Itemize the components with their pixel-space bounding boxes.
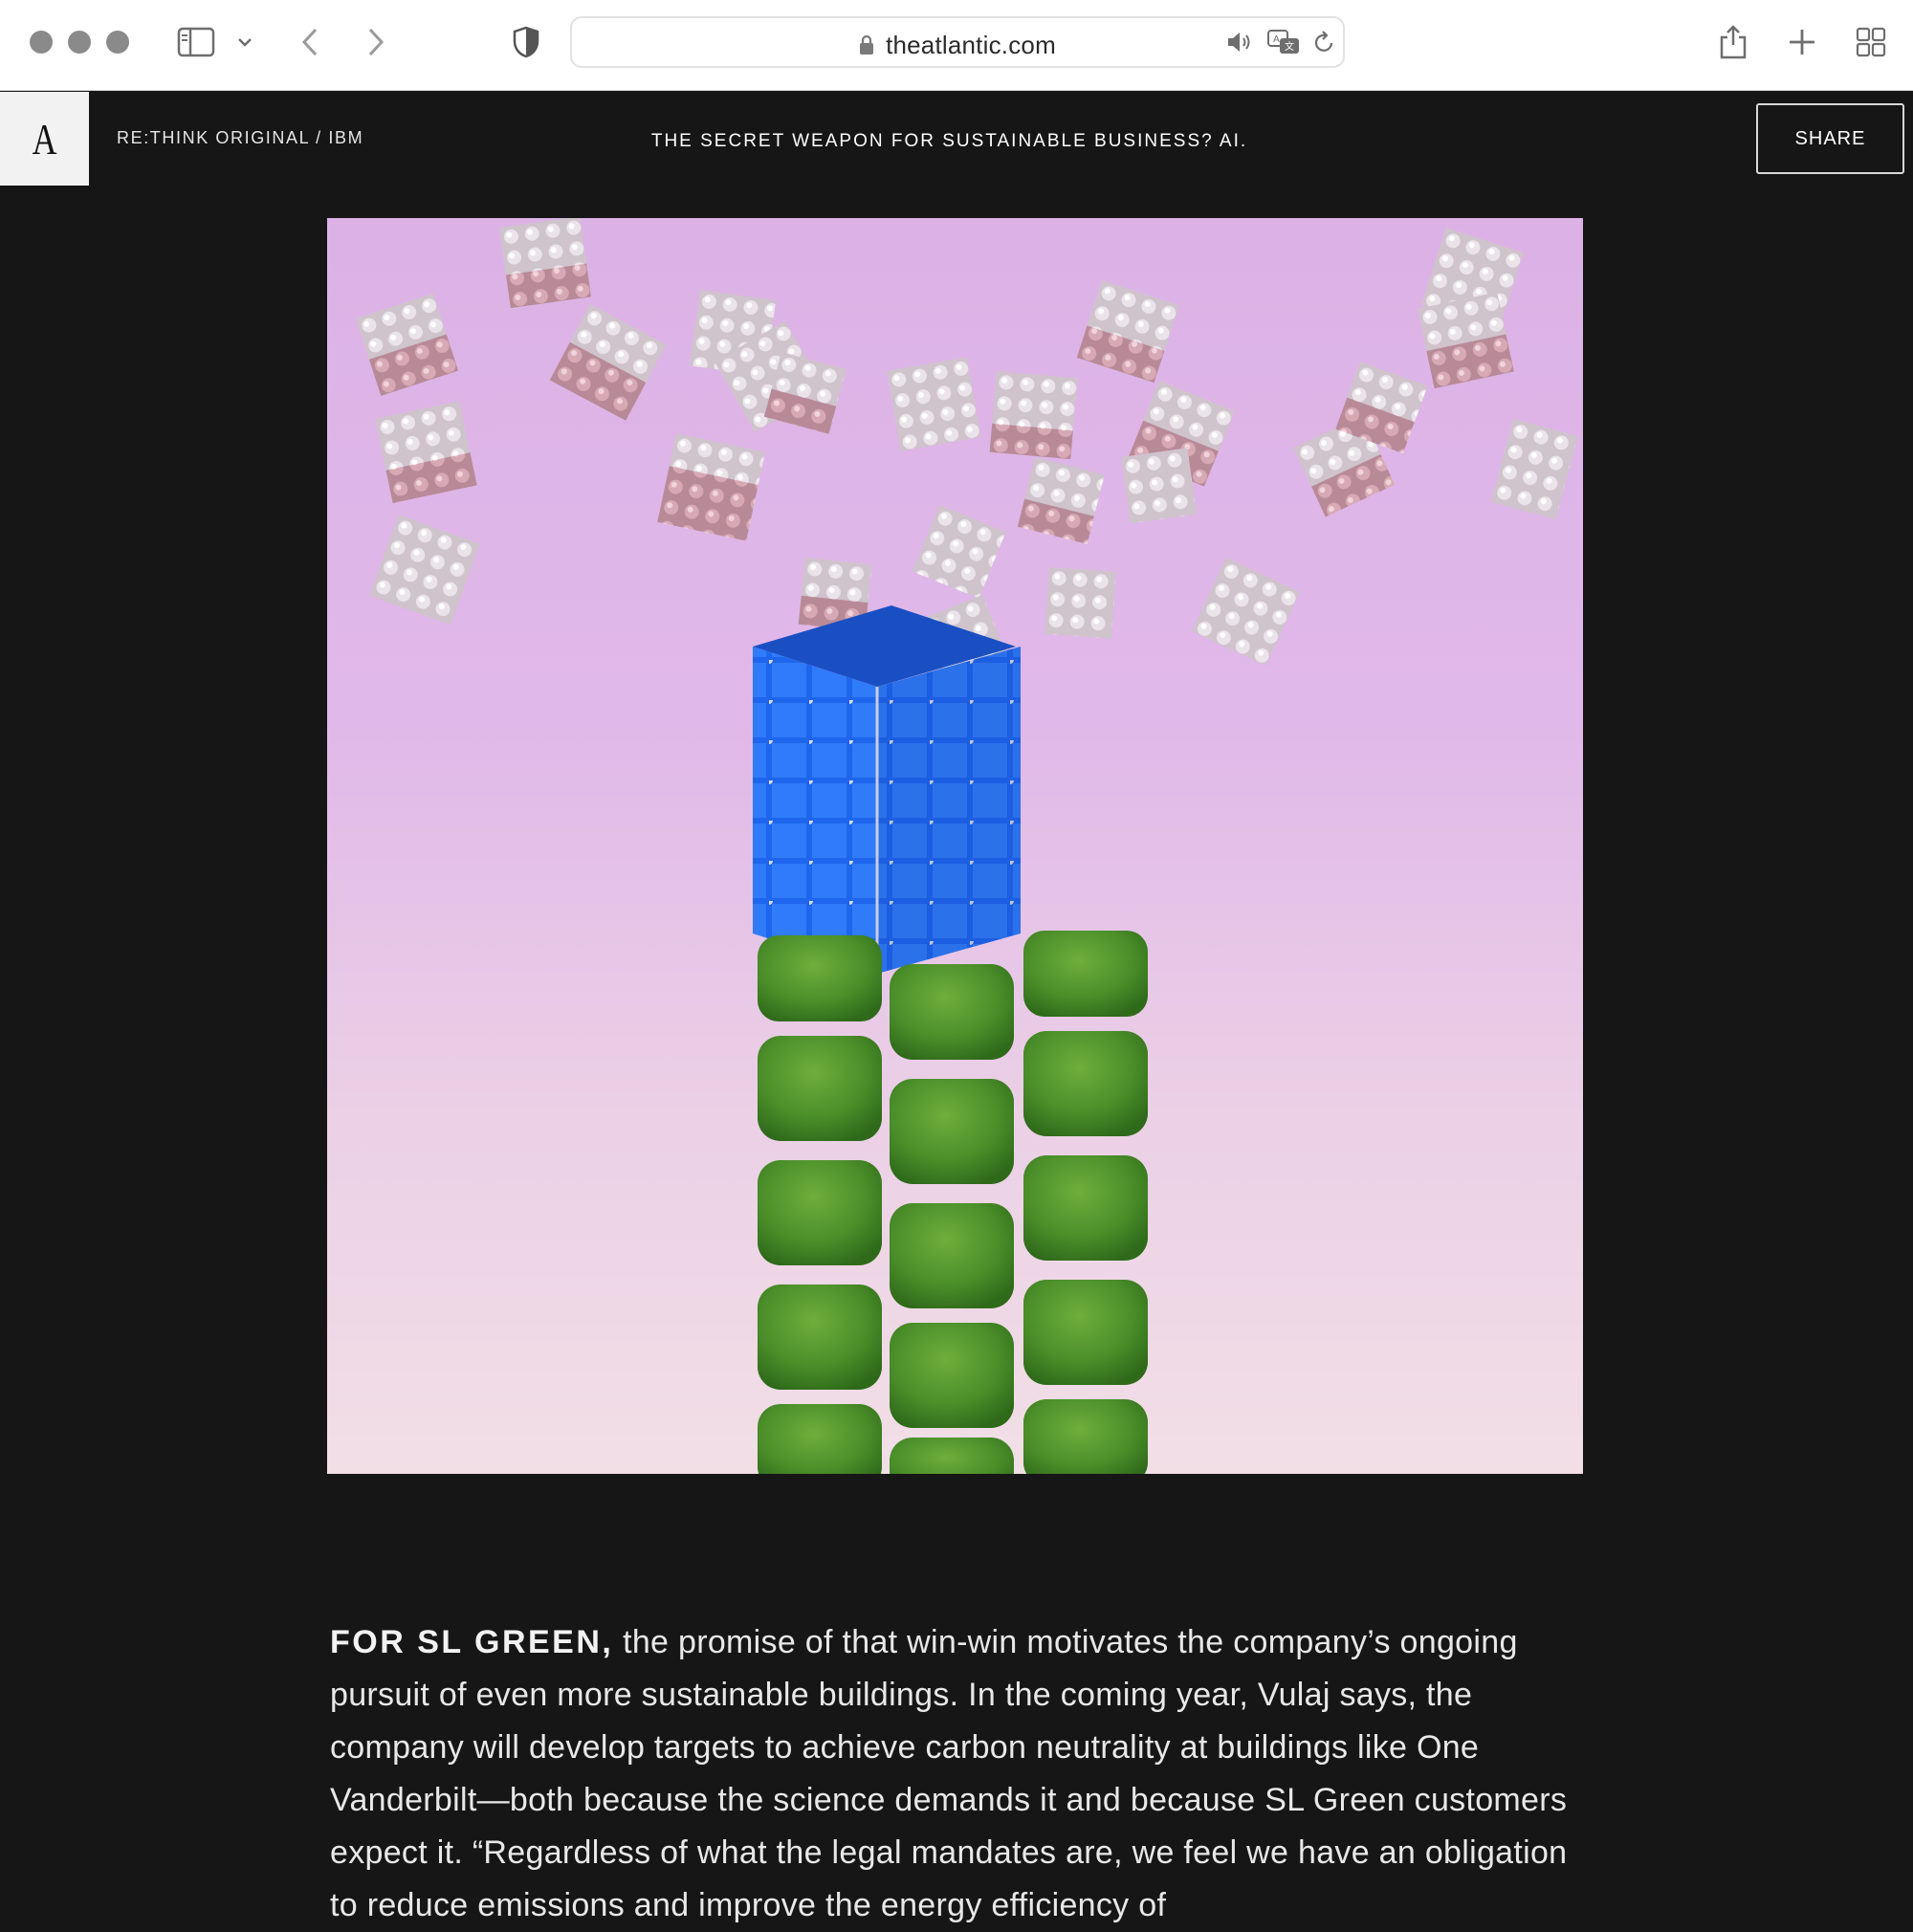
new-tab-icon[interactable] xyxy=(1783,17,1821,67)
back-icon[interactable] xyxy=(293,17,327,67)
paragraph-text: the promise of that win-win motivates th… xyxy=(330,1624,1568,1923)
address-bar[interactable]: theatlantic.com A文 xyxy=(570,16,1345,68)
forward-icon[interactable] xyxy=(359,17,393,67)
hero-illustration xyxy=(327,218,1583,1474)
url-text: theatlantic.com xyxy=(886,31,1056,59)
share-icon[interactable] xyxy=(1714,17,1752,67)
chevron-down-icon[interactable] xyxy=(233,17,256,67)
browser-toolbar: theatlantic.com A文 xyxy=(0,0,1913,91)
sidebar-icon[interactable] xyxy=(174,17,218,67)
article-body: FOR SL GREEN, the promise of that win-wi… xyxy=(330,1616,1583,1932)
minimize-window-button[interactable] xyxy=(68,31,91,54)
reload-icon[interactable] xyxy=(1308,18,1339,66)
logo-letter: A xyxy=(32,114,57,164)
blue-cube xyxy=(753,605,1021,974)
zoom-window-button[interactable] xyxy=(106,31,129,54)
close-window-button[interactable] xyxy=(30,31,53,54)
lead-in: FOR SL GREEN, xyxy=(330,1624,614,1660)
article-paragraph: FOR SL GREEN, the promise of that win-wi… xyxy=(330,1616,1583,1932)
lock-icon xyxy=(859,33,874,62)
privacy-shield-icon[interactable] xyxy=(507,17,545,67)
share-button[interactable]: SHARE xyxy=(1756,103,1904,174)
translate-icon[interactable]: A文 xyxy=(1264,18,1303,66)
svg-text:文: 文 xyxy=(1285,40,1294,53)
site-header: A RE:THINK ORIGINAL / IBM THE SECRET WEA… xyxy=(0,92,1913,186)
article-headline: THE SECRET WEAPON FOR SUSTAINABLE BUSINE… xyxy=(650,131,1248,151)
grass-columns xyxy=(758,931,1148,1474)
tab-overview-icon[interactable] xyxy=(1852,17,1890,67)
speaker-icon[interactable] xyxy=(1224,18,1255,66)
series-label[interactable]: RE:THINK ORIGINAL / IBM xyxy=(117,128,363,148)
atlantic-logo[interactable]: A xyxy=(0,92,89,186)
svg-text:A: A xyxy=(1273,34,1280,45)
